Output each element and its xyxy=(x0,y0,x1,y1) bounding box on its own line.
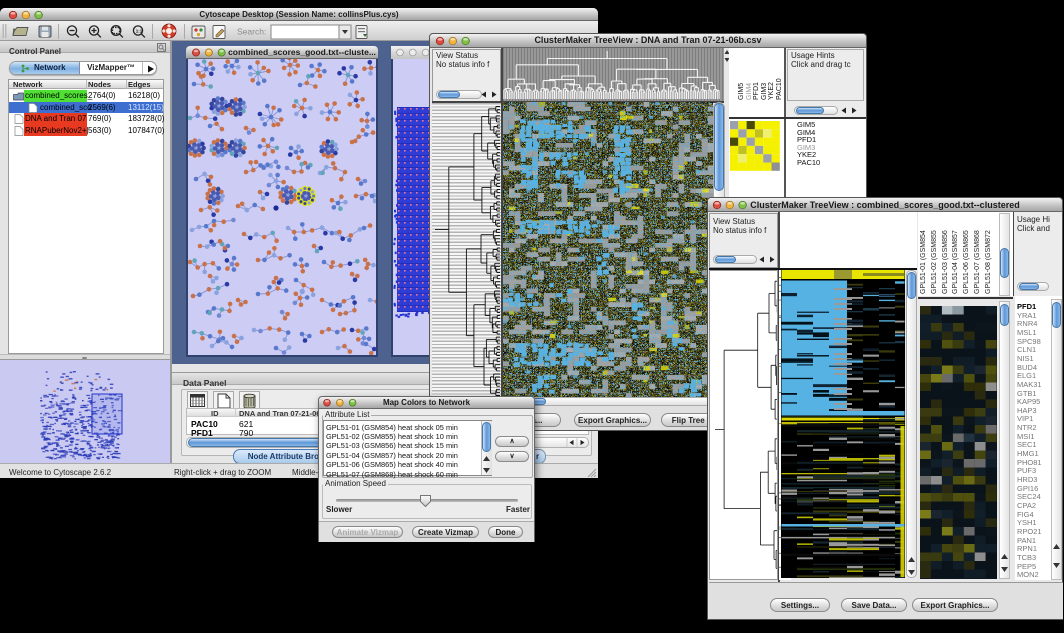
svg-text:1:1: 1:1 xyxy=(136,29,143,34)
svg-text:Search:: Search: xyxy=(237,27,266,37)
